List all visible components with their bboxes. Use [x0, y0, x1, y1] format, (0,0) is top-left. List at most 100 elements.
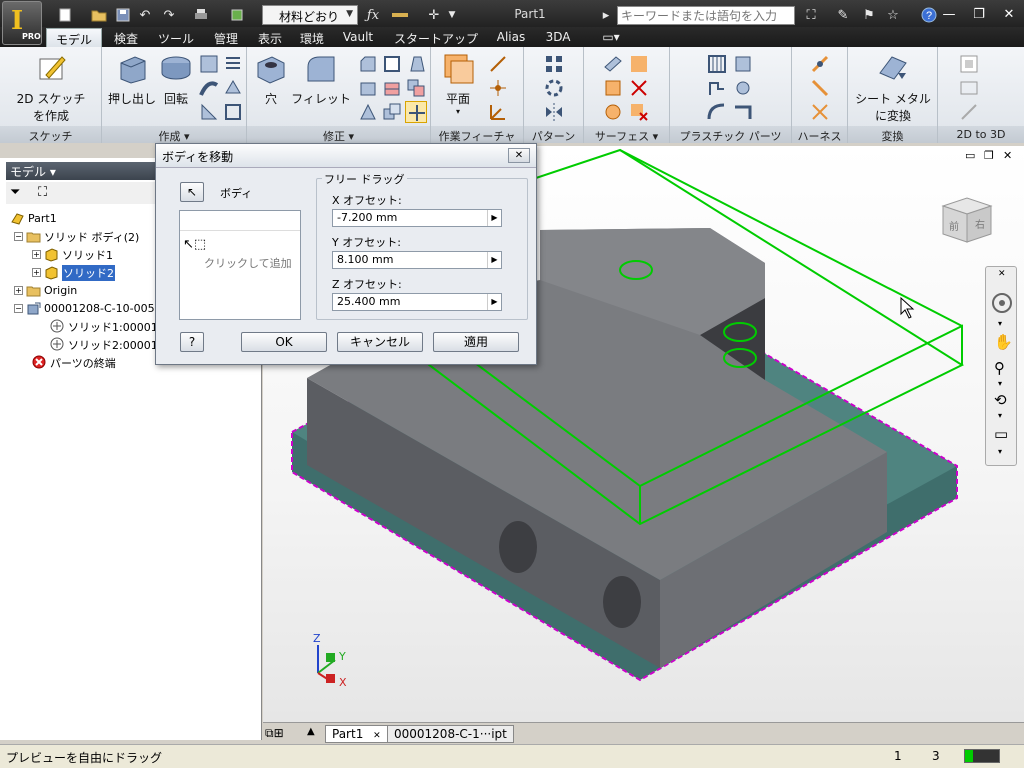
rule-fillet-icon[interactable]	[706, 101, 728, 123]
copy-object-icon[interactable]	[381, 101, 403, 123]
expand-icon[interactable]: +	[32, 250, 41, 259]
measure-icon[interactable]: ✛	[424, 5, 444, 25]
combine-icon[interactable]	[405, 77, 427, 99]
tab-vault[interactable]: Vault	[338, 28, 378, 47]
boss-icon[interactable]	[732, 53, 754, 75]
minimize-button[interactable]: —	[934, 0, 964, 28]
direct-edit-icon[interactable]	[357, 101, 379, 123]
chevron-down-icon[interactable]: ▾	[998, 379, 1002, 388]
tab-getting-started[interactable]: スタートアップ	[386, 28, 486, 47]
shell-icon[interactable]	[381, 53, 403, 75]
tab-scroll-up-icon[interactable]: ▲	[307, 726, 315, 737]
tab-3da[interactable]: 3DA	[538, 28, 578, 47]
apply-button[interactable]: 適用	[433, 332, 519, 352]
sweep-icon[interactable]	[198, 77, 220, 99]
doc-tab-derived[interactable]: 00001208-C-1···ipt	[387, 725, 514, 743]
z-offset-arrow-icon[interactable]: ▶	[487, 294, 501, 310]
application-menu-button[interactable]: I PRO	[2, 1, 42, 45]
search-input[interactable]	[617, 6, 795, 25]
color-icon[interactable]	[388, 5, 412, 25]
steering-wheel-icon[interactable]	[990, 291, 1014, 315]
snap-fit-icon[interactable]	[706, 77, 728, 99]
work-point-icon[interactable]	[487, 77, 509, 99]
navbar-close-icon[interactable]: ✕	[998, 269, 1006, 279]
stitch-icon[interactable]	[628, 53, 650, 75]
filter-icon[interactable]: ⏷	[10, 185, 20, 200]
ok-button[interactable]: OK	[241, 332, 327, 352]
tree-item-solid1[interactable]: + ソリッド1	[32, 246, 113, 263]
harness-connector-icon[interactable]	[809, 101, 831, 123]
redo-icon[interactable]: ↷	[160, 5, 178, 25]
circular-pattern-icon[interactable]	[543, 77, 565, 99]
tab-model[interactable]: モデル	[46, 28, 102, 47]
plane-button[interactable]: 平面 ▾	[435, 51, 481, 116]
tree-item-derived-solid1[interactable]: ソリッド1:0000120	[50, 318, 172, 335]
grill-icon[interactable]	[706, 53, 728, 75]
chevron-down-icon[interactable]: ▾	[998, 319, 1002, 328]
rest-icon[interactable]	[732, 77, 754, 99]
dialog-close-button[interactable]: ✕	[508, 148, 530, 163]
orbit-icon[interactable]: ⟲	[994, 391, 1007, 409]
doc-tab-close-icon[interactable]: ✕	[373, 731, 381, 741]
thread-icon[interactable]	[357, 77, 379, 99]
viewcube[interactable]: 前 右	[937, 194, 999, 250]
ucs-icon[interactable]	[487, 101, 509, 123]
look-at-icon[interactable]: ▭	[994, 425, 1008, 443]
move-bodies-icon[interactable]	[405, 101, 427, 123]
open-folder-icon[interactable]	[88, 5, 110, 25]
tree-item-solid2[interactable]: + ソリッド2	[32, 264, 115, 281]
mirror-icon[interactable]	[543, 101, 565, 123]
tree-item-origin[interactable]: + Origin	[14, 282, 77, 299]
expand-icon[interactable]: +	[14, 286, 23, 295]
trim-icon[interactable]	[628, 77, 650, 99]
emboss-icon[interactable]	[222, 77, 244, 99]
2d-select-icon[interactable]	[958, 77, 980, 99]
select-bodies-button[interactable]: ↖	[180, 182, 204, 202]
save-icon[interactable]	[114, 5, 132, 25]
collapse-icon[interactable]: −	[14, 232, 23, 241]
tab-view[interactable]: 表示	[252, 28, 288, 47]
y-offset-arrow-icon[interactable]: ▶	[487, 252, 501, 268]
z-offset-field[interactable]: 25.400 mm ▶	[332, 293, 502, 311]
convert-to-sheet-metal-button[interactable]: シート メタル に変換	[850, 51, 936, 124]
expand-icon[interactable]: +	[32, 268, 41, 277]
extrude-button[interactable]: 押し出し	[106, 51, 158, 107]
tab-tools[interactable]: ツール	[152, 28, 200, 47]
cancel-button[interactable]: キャンセル	[337, 332, 423, 352]
update-icon[interactable]	[226, 5, 250, 25]
chevron-down-icon[interactable]: ▾	[998, 447, 1002, 456]
coil-icon[interactable]	[222, 53, 244, 75]
tab-environments[interactable]: 環境	[294, 28, 330, 47]
tree-item-derived-part[interactable]: − 00001208-C-10-005	[14, 300, 155, 317]
import-drawing-icon[interactable]	[958, 53, 980, 75]
2d-extract-icon[interactable]	[958, 101, 980, 123]
viewport-minimize-button[interactable]: ▭	[965, 149, 975, 162]
tab-alias[interactable]: Alias	[490, 28, 532, 47]
derive-icon[interactable]	[222, 101, 244, 123]
loft-icon[interactable]	[198, 53, 220, 75]
rib-icon[interactable]	[198, 101, 220, 123]
tree-item-part[interactable]: Part1	[10, 210, 57, 227]
binoculars-icon[interactable]: ⛶	[800, 5, 822, 25]
material-dropdown[interactable]: 材料どおり ▼	[262, 5, 358, 25]
tree-item-derived-solid2[interactable]: ソリッド2:0000120	[50, 336, 172, 353]
find-binoculars-icon[interactable]: ⛶	[38, 185, 47, 200]
chamfer-icon[interactable]	[357, 53, 379, 75]
collapse-icon[interactable]: −	[14, 304, 23, 313]
x-offset-arrow-icon[interactable]: ▶	[487, 210, 501, 226]
draft-icon[interactable]	[405, 53, 427, 75]
tab-inspect[interactable]: 検査	[106, 28, 146, 47]
harness-point-icon[interactable]	[809, 53, 831, 75]
viewport-close-button[interactable]: ✕	[1003, 149, 1012, 162]
delete-face-icon[interactable]	[628, 101, 650, 123]
rectangular-pattern-icon[interactable]	[543, 53, 565, 75]
y-offset-field[interactable]: 8.100 mm ▶	[332, 251, 502, 269]
close-button[interactable]: ✕	[994, 0, 1024, 28]
replace-face-icon[interactable]	[602, 101, 624, 123]
ribbon-options-icon[interactable]: ▭▾	[596, 28, 626, 47]
x-offset-field[interactable]: -7.200 mm ▶	[332, 209, 502, 227]
lip-icon[interactable]	[732, 101, 754, 123]
tab-manage[interactable]: 管理	[204, 28, 248, 47]
create-2d-sketch-button[interactable]: 2D スケッチ を作成	[8, 51, 94, 124]
dialog-help-button[interactable]: ?	[180, 332, 204, 352]
